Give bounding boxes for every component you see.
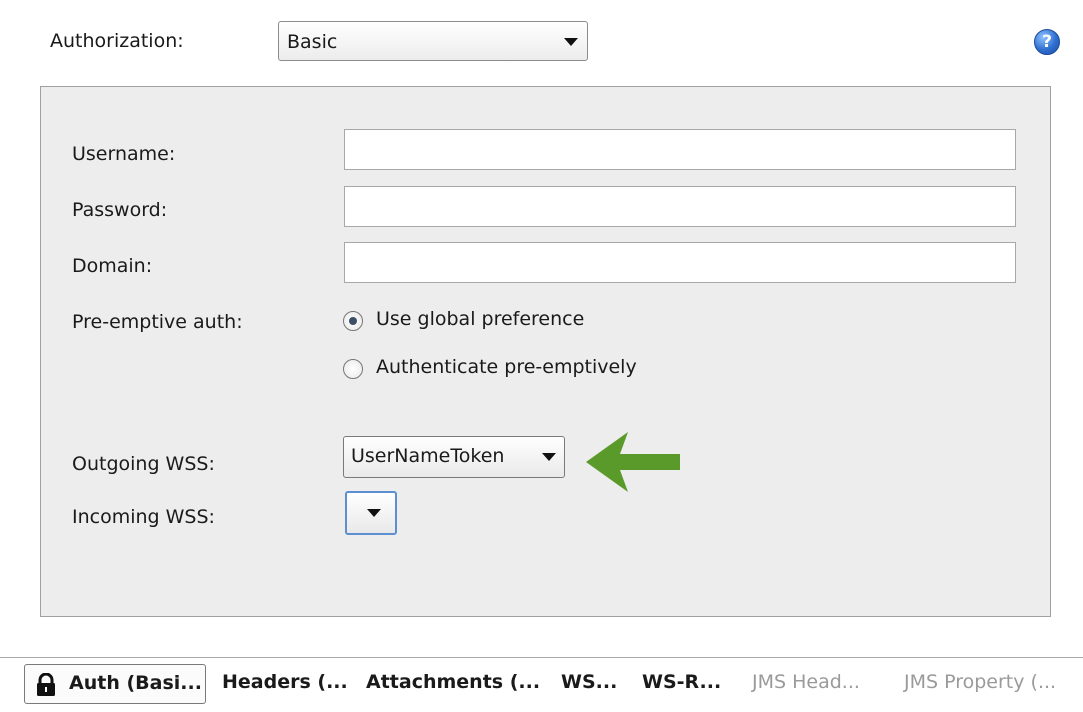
authorization-select[interactable]: Basic bbox=[278, 21, 588, 61]
tab-ws[interactable]: WS... bbox=[561, 671, 617, 707]
chevron-down-icon bbox=[367, 509, 381, 517]
tab-auth-label: Auth (Basi... bbox=[69, 672, 202, 694]
tab-auth[interactable]: Auth (Basi... bbox=[24, 664, 206, 704]
tab-jms-property[interactable]: JMS Property (... bbox=[904, 671, 1056, 707]
password-label: Password: bbox=[72, 199, 168, 221]
annotation-arrow-icon bbox=[586, 432, 680, 492]
tab-attachments[interactable]: Attachments (... bbox=[366, 671, 540, 707]
tab-headers[interactable]: Headers (... bbox=[222, 671, 348, 707]
password-field[interactable] bbox=[344, 186, 1016, 227]
radio-button[interactable] bbox=[343, 359, 363, 379]
tab-ws-r[interactable]: WS-R... bbox=[642, 671, 721, 707]
radio-label-use-global: Use global preference bbox=[376, 308, 585, 330]
preemptive-auth-label: Pre-emptive auth: bbox=[72, 311, 243, 333]
outgoing-wss-value: UserNameToken bbox=[351, 445, 505, 467]
help-icon[interactable]: ? bbox=[1034, 29, 1060, 55]
tabbar-divider bbox=[0, 657, 1083, 658]
radio-button-selected[interactable] bbox=[343, 311, 363, 331]
radio-dot bbox=[349, 317, 357, 325]
chevron-down-icon bbox=[564, 38, 578, 46]
username-field[interactable] bbox=[344, 129, 1016, 170]
domain-field[interactable] bbox=[344, 242, 1016, 283]
username-label: Username: bbox=[72, 143, 176, 165]
tab-jms-headers[interactable]: JMS Head... bbox=[752, 671, 860, 707]
outgoing-wss-select[interactable]: UserNameToken bbox=[343, 436, 565, 478]
authorization-label: Authorization: bbox=[50, 30, 184, 52]
domain-label: Domain: bbox=[72, 255, 153, 277]
chevron-down-icon bbox=[542, 453, 556, 461]
lock-icon bbox=[37, 673, 55, 696]
auth-editor: Authorization: Basic ? Username: Passwor… bbox=[0, 0, 1083, 712]
authorization-select-value: Basic bbox=[287, 31, 338, 53]
incoming-wss-select[interactable] bbox=[345, 491, 397, 535]
incoming-wss-label: Incoming WSS: bbox=[72, 506, 215, 528]
basic-auth-panel: Username: Password: Domain: Pre-emptive … bbox=[40, 86, 1051, 617]
radio-label-authenticate-preemptively: Authenticate pre-emptively bbox=[376, 356, 637, 378]
outgoing-wss-label: Outgoing WSS: bbox=[72, 453, 215, 475]
